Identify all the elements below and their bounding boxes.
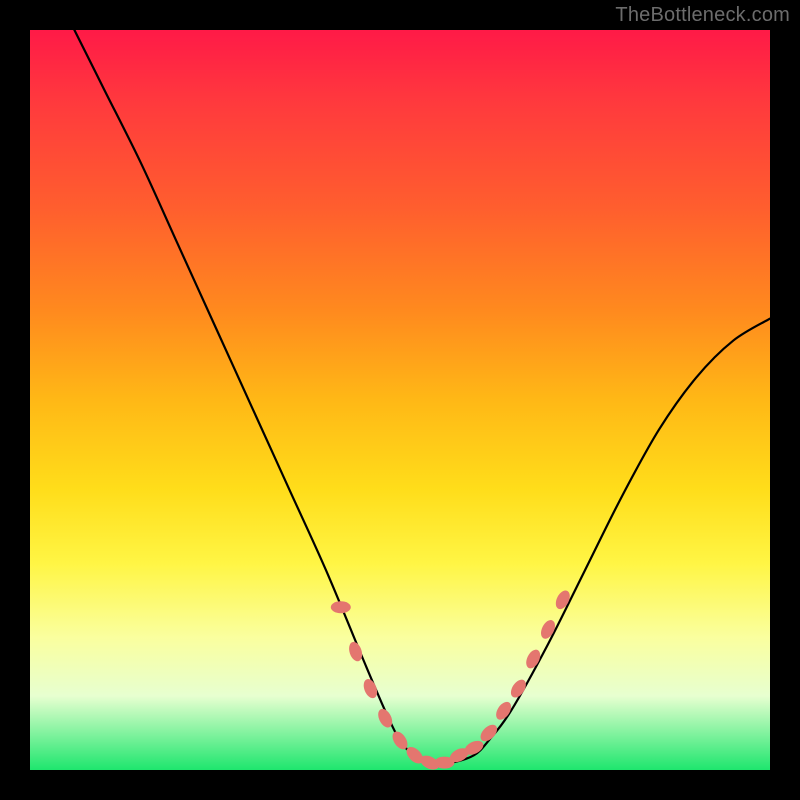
curve-svg — [30, 30, 770, 770]
curve-marker — [347, 640, 365, 663]
bottleneck-curve — [74, 30, 770, 764]
curve-marker — [361, 677, 380, 700]
marker-group — [331, 588, 573, 770]
chart-frame: TheBottleneck.com — [0, 0, 800, 800]
curve-marker — [331, 601, 351, 613]
plot-area — [30, 30, 770, 770]
watermark-text: TheBottleneck.com — [615, 4, 790, 27]
